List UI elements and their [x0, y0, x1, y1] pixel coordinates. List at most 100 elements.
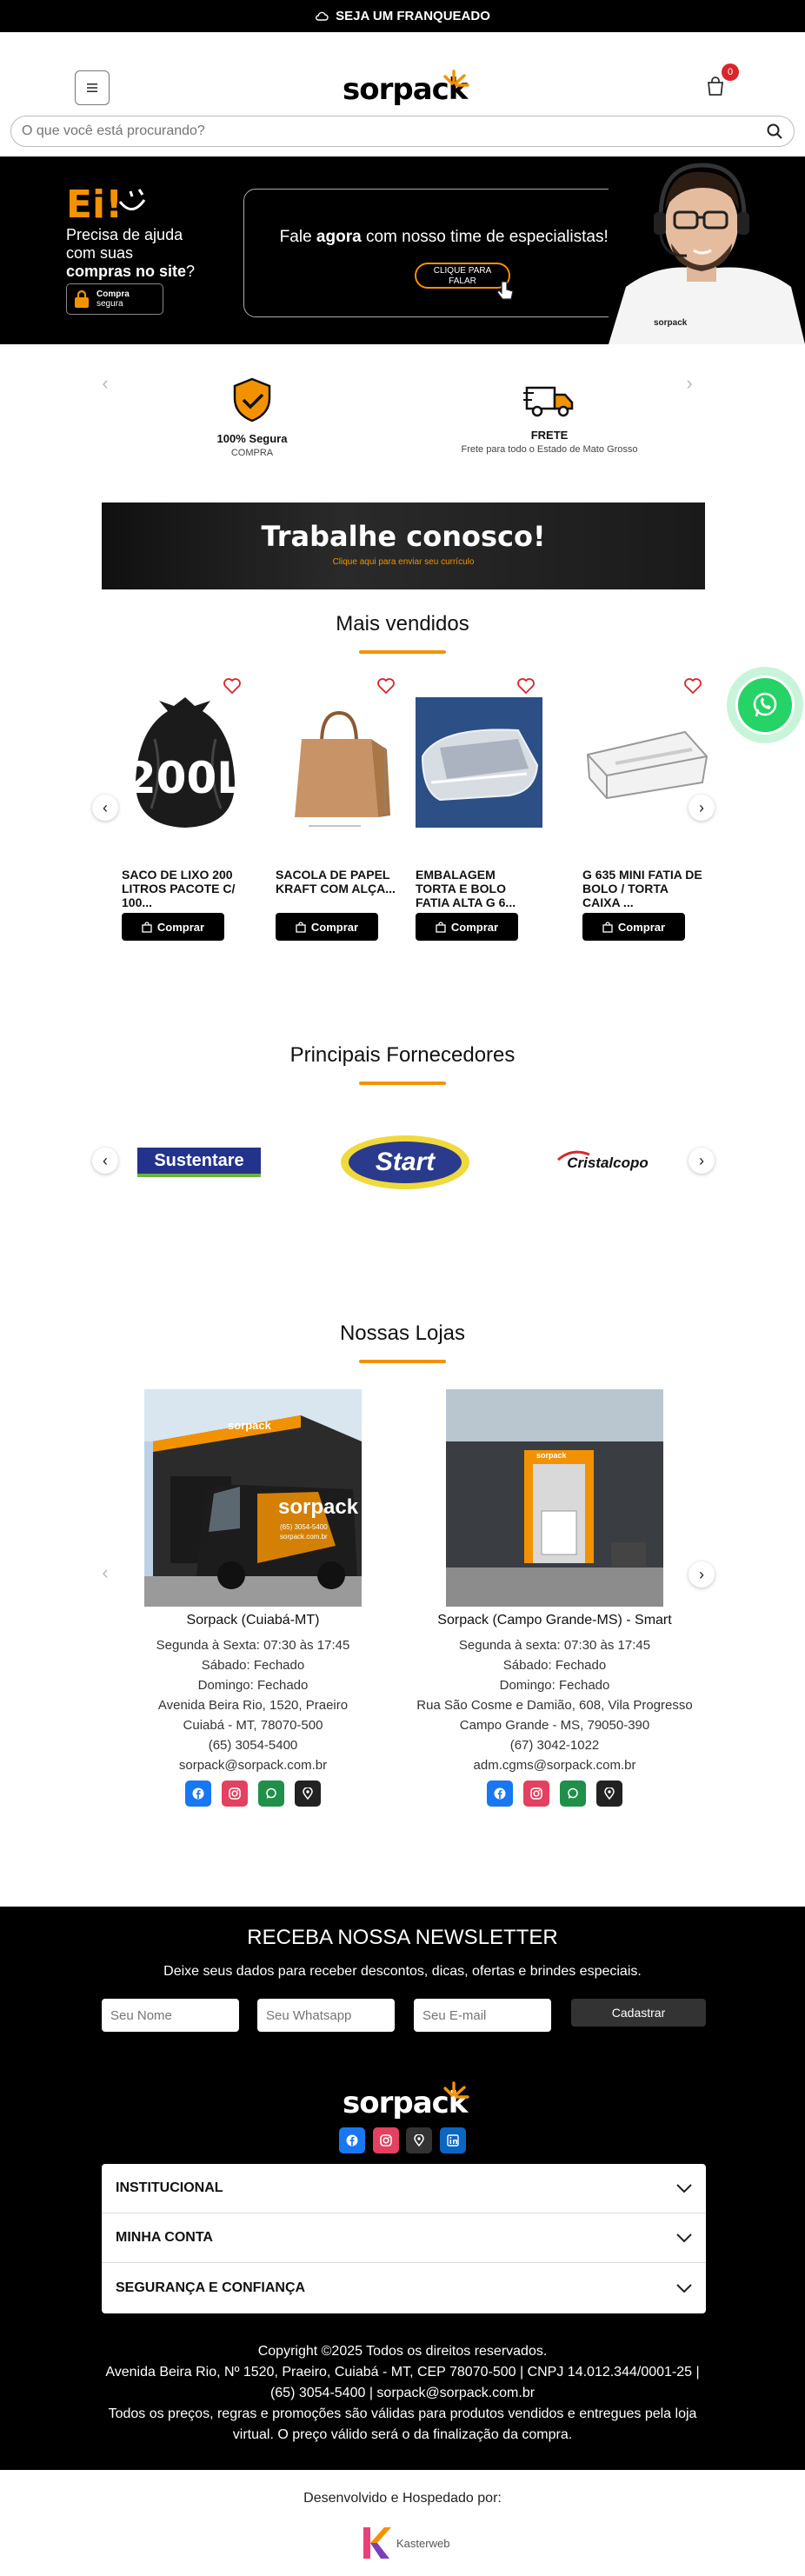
store-cuiaba-info: Sorpack (Cuiabá-MT) Segunda à Sexta: 07:… — [123, 1610, 383, 1807]
store-campo-grande-info: Sorpack (Campo Grande-MS) - Smart Segund… — [402, 1610, 707, 1807]
supplier-name: Start — [375, 1148, 436, 1176]
search-bar[interactable] — [10, 116, 795, 147]
map-pin-button[interactable] — [596, 1781, 623, 1807]
accordion-institucional[interactable]: INSTITUCIONAL — [102, 2164, 706, 2213]
newsletter-email-input[interactable] — [414, 1999, 551, 2032]
best-sellers-title: Mais vendidos — [336, 612, 469, 636]
heart-icon[interactable] — [223, 676, 242, 696]
suppliers-prev-button[interactable]: ‹ — [92, 1148, 118, 1174]
feature-shipping: FRETE Frete para todo o Estado de Mato G… — [428, 381, 671, 455]
facebook-button[interactable] — [486, 1781, 513, 1807]
store-phone[interactable]: (65) 3054-5400 — [123, 1735, 383, 1755]
facebook-button[interactable] — [339, 2127, 366, 2153]
buy-button[interactable]: Comprar — [582, 913, 685, 941]
mini-slice-box-image — [586, 730, 709, 800]
store-hours-saturday: Sábado: Fechado — [502, 1658, 607, 1673]
chevron-left-icon: ‹ — [102, 372, 109, 394]
franchise-bar[interactable]: SEJA UM FRANQUEADO — [0, 0, 805, 32]
footer-notice-line2: virtual. O preço válido será o da finali… — [232, 2427, 573, 2442]
cake-container-image — [416, 697, 542, 828]
product-name[interactable]: EMBALAGEM TORTA E BOLO FATIA ALTA G 6... — [416, 868, 537, 909]
chevron-left-icon: ‹ — [103, 798, 108, 816]
suppliers-next-button[interactable]: › — [689, 1148, 715, 1174]
map-pin-button[interactable] — [295, 1781, 322, 1807]
buy-button[interactable]: Comprar — [122, 913, 224, 941]
newsletter-name-input[interactable] — [102, 1999, 239, 2032]
search-input[interactable] — [22, 123, 766, 139]
product-name[interactable]: SACO DE LIXO 200 LITROS PACOTE C/ 100... — [122, 868, 243, 909]
accordion-minha-conta[interactable]: MINHA CONTA — [102, 2213, 706, 2263]
instagram-icon — [229, 1787, 241, 1800]
shirt-logo: sorpack — [654, 318, 688, 328]
store-name: Sorpack (Cuiabá-MT) — [186, 1613, 320, 1627]
franchise-label: SEJA UM FRANQUEADO — [336, 9, 490, 23]
whatsapp-button[interactable] — [258, 1781, 285, 1807]
store-email[interactable]: adm.cgms@sorpack.com.br — [402, 1755, 707, 1775]
instagram-button[interactable] — [522, 1781, 549, 1807]
stores-prev-button[interactable]: ‹ — [92, 1560, 118, 1586]
features-prev-button[interactable]: ‹ — [92, 370, 118, 396]
instagram-button[interactable] — [221, 1781, 248, 1807]
newsletter-submit-button[interactable]: Cadastrar — [571, 1999, 706, 2027]
building-sign-logo: sorpack — [228, 1419, 271, 1432]
store-phone[interactable]: (67) 3042-1022 — [402, 1735, 707, 1755]
footer-notice-line1: Todos os preços, regras e promoções são … — [108, 2406, 697, 2421]
features-next-button[interactable]: › — [676, 370, 702, 396]
banner-subtitle: Clique aqui para enviar seu currículo — [332, 557, 475, 567]
supplier-logo-start[interactable]: Start — [341, 1135, 469, 1189]
work-with-us-banner[interactable]: Trabalhe conosco! Clique aqui para envia… — [102, 503, 705, 589]
instagram-button[interactable] — [372, 2127, 399, 2153]
talk-bold: agora — [316, 228, 362, 246]
talk-box[interactable]: Fale agora com nosso time de especialist… — [243, 189, 652, 317]
map-pin-button[interactable] — [406, 2127, 433, 2153]
hero-help-line1: Precisa de ajuda — [66, 226, 183, 243]
accordion-seguranca[interactable]: SEGURANÇA E CONFIANÇA — [102, 2263, 706, 2313]
buy-button[interactable]: Comprar — [276, 913, 378, 941]
support-agent-photo: sorpack — [609, 156, 805, 344]
store-hours-sunday: Domingo: Fechado — [499, 1678, 610, 1693]
store-address-line1: Rua São Cosme e Damião, 608, Vila Progre… — [416, 1698, 693, 1713]
sun-burst-icon — [443, 70, 469, 87]
kasterweb-logo[interactable]: Kasterweb — [358, 2524, 454, 2562]
product-name[interactable]: SACOLA DE PAPEL KRAFT COM ALÇA... — [276, 868, 397, 895]
footer-logo[interactable]: sorpack — [341, 2080, 471, 2124]
map-pin-icon — [604, 1787, 615, 1800]
facebook-button[interactable] — [184, 1781, 211, 1807]
newsletter-whatsapp-input[interactable] — [257, 1999, 395, 2032]
buy-label: Comprar — [617, 920, 666, 934]
menu-button[interactable] — [75, 70, 110, 105]
heart-icon[interactable] — [376, 676, 396, 696]
facebook-icon — [346, 2134, 358, 2147]
store-hours-weekday: Segunda à sexta: 07:30 às 17:45 — [458, 1638, 651, 1653]
talk-post: com nosso time de especialistas!!! — [361, 228, 618, 246]
supplier-name: Sustentare — [154, 1150, 244, 1170]
feature-secure-subtitle: COMPRA — [230, 448, 274, 458]
store-email[interactable]: sorpack@sorpack.com.br — [123, 1755, 383, 1775]
bag-icon — [296, 921, 306, 933]
cloud-icon — [316, 11, 329, 21]
site-logo[interactable]: sorpack — [341, 69, 471, 114]
supplier-logo-cristalcopo[interactable]: Cristalcopo — [551, 1149, 664, 1177]
products-prev-button[interactable]: ‹ — [92, 795, 118, 821]
van-phone: (65) 3054-5400 — [280, 1523, 328, 1531]
stores-next-button[interactable]: › — [689, 1561, 715, 1588]
dev-label: Desenvolvido e Hospedado por: — [303, 2491, 502, 2506]
heart-icon[interactable] — [516, 676, 536, 696]
supplier-logo-sustentare[interactable]: Sustentare — [137, 1148, 261, 1177]
linkedin-button[interactable] — [439, 2127, 466, 2153]
hero-banner[interactable]: Ei! Precisa de ajuda com suas compras no… — [0, 156, 805, 344]
lock-icon — [75, 290, 89, 308]
cart-count-badge: 0 — [722, 63, 739, 81]
linkedin-icon — [446, 2134, 459, 2147]
search-icon[interactable] — [766, 123, 783, 140]
newsletter-subtitle: Deixe seus dados para receber descontos,… — [163, 1964, 642, 1979]
kraft-bag-image — [295, 710, 390, 827]
buy-button[interactable]: Comprar — [416, 913, 518, 941]
smile-icon — [118, 189, 146, 210]
product-name[interactable]: G 635 MINI FATIA DE BOLO / TORTA CAIXA .… — [582, 868, 704, 909]
whatsapp-icon — [568, 1787, 578, 1799]
whatsapp-button[interactable] — [560, 1781, 587, 1807]
whatsapp-float-button[interactable] — [727, 667, 803, 743]
heart-icon[interactable] — [683, 676, 702, 696]
chevron-left-icon: ‹ — [103, 1151, 108, 1169]
